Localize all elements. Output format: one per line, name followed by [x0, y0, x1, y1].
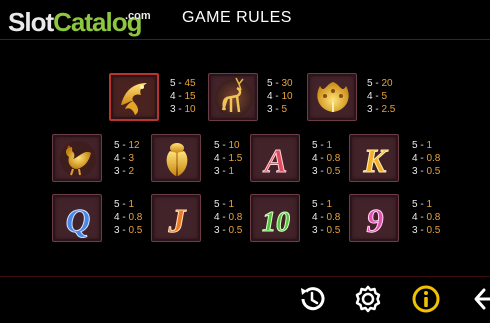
letter-a-symbol-tile: A [250, 134, 300, 182]
deer-icon [215, 77, 253, 117]
cicada-icon [166, 143, 188, 176]
letter-j-paytable: 5 - 1 4 - 0.8 3 - 0.5 [214, 199, 243, 236]
letter-q-icon: Q [65, 203, 91, 241]
peacock-symbol-tile [307, 73, 357, 121]
peacock-paytable: 5 - 20 4 - 5 3 - 2.5 [367, 78, 396, 115]
letter-k-icon: K [362, 143, 389, 181]
ten-paytable: 5 - 1 4 - 0.8 3 - 0.5 [312, 199, 341, 236]
slotcatalog-watermark: SlotCatalog .com [8, 7, 151, 37]
history-icon [301, 287, 325, 311]
letter-k-paytable: 5 - 1 4 - 0.8 3 - 0.5 [412, 140, 441, 177]
ten-symbol-tile: 10 [250, 194, 300, 242]
phoenix-paytable: 5 - 45 4 - 15 3 - 10 [170, 78, 196, 115]
svg-text:Q: Q [66, 203, 91, 240]
nine-icon: 9 [366, 203, 384, 241]
settings-button[interactable] [351, 282, 385, 316]
letter-a-paytable: 5 - 1 4 - 0.8 3 - 0.5 [312, 140, 341, 177]
nine-symbol-tile: 9 [349, 194, 399, 242]
ten-icon: 10 [262, 207, 291, 239]
settings-icon [355, 285, 381, 313]
page-title: GAME RULES [182, 9, 292, 26]
header-divider [0, 39, 490, 40]
info-button[interactable] [409, 282, 443, 316]
svg-text:9: 9 [367, 203, 384, 240]
phoenix-symbol-tile [109, 73, 159, 121]
rooster-symbol-tile [52, 134, 102, 182]
letter-j-icon: J [167, 203, 187, 241]
history-button[interactable] [295, 282, 329, 316]
svg-text:10: 10 [262, 207, 290, 238]
cicada-paytable: 5 - 10 4 - 1.5 3 - 1 [214, 140, 243, 177]
cicada-symbol-tile [151, 134, 201, 182]
peacock-icon [317, 82, 349, 112]
top-bar: SlotCatalog .com GAME RULES [0, 0, 490, 38]
nine-paytable: 5 - 1 4 - 0.8 3 - 0.5 [412, 199, 441, 236]
letter-q-paytable: 5 - 1 4 - 0.8 3 - 0.5 [114, 199, 143, 236]
watermark-com: .com [125, 10, 151, 22]
letter-k-symbol-tile: K [349, 134, 399, 182]
rooster-paytable: 5 - 12 4 - 3 3 - 2 [114, 140, 140, 177]
deer-paytable: 5 - 30 4 - 10 3 - 5 [267, 78, 293, 115]
letter-j-symbol-tile: J [151, 194, 201, 242]
rooster-icon [60, 141, 96, 177]
watermark-slot: Slot [8, 7, 54, 37]
svg-text:K: K [363, 143, 389, 180]
svg-text:A: A [263, 143, 288, 180]
exit-button[interactable] [470, 282, 490, 316]
svg-text:J: J [168, 203, 187, 240]
letter-q-symbol-tile: Q [52, 194, 102, 242]
deer-symbol-tile [208, 73, 258, 121]
info-icon [412, 285, 440, 313]
letter-a-icon: A [262, 143, 288, 181]
phoenix-icon [121, 83, 147, 115]
bottom-bar-separator [0, 276, 490, 277]
exit-icon [474, 288, 490, 310]
